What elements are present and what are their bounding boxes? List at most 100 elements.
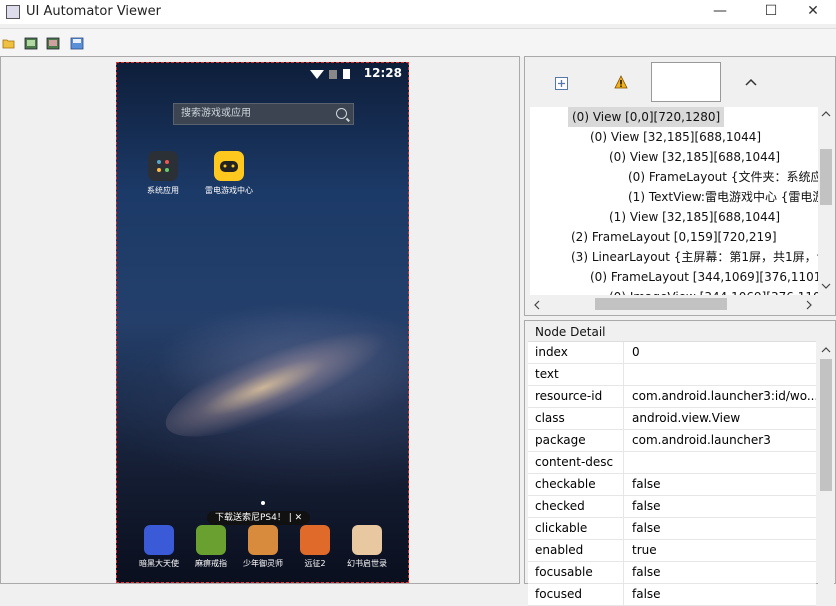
property-value: 0 [632,345,640,359]
warning-icon[interactable] [614,75,628,89]
table-row[interactable]: resource-id com.android.launcher3:id/wo..… [528,386,816,408]
app-icon [248,525,278,555]
table-row[interactable]: index 0 [528,342,816,364]
device-screenshot-compressed-icon[interactable] [46,37,60,50]
table-row[interactable]: content-desc [528,452,816,474]
property-key: checkable [528,474,624,495]
table-row[interactable]: package com.android.launcher3 [528,430,816,452]
property-key: content-desc [528,452,624,473]
dock-app-5[interactable]: 幻书启世录 [345,525,389,569]
search-node-input[interactable] [651,62,721,102]
app-label: 少年御灵师 [243,559,283,568]
save-icon[interactable] [70,37,84,50]
tree-horizontal-scrollbar[interactable] [530,295,816,313]
status-icons [310,68,356,83]
device-screenshot[interactable]: 12:28 搜索游戏或应用 系统应用 雷电游戏中心 下载送索尼PS4！ | ✕ … [116,62,409,583]
property-key: checked [528,496,624,517]
toolbar [0,28,836,57]
property-value: true [632,543,657,557]
hierarchy-pane: (0) View [0,0][720,1280] (0) View [32,18… [524,56,836,316]
home-app-game-center[interactable]: 雷电游戏中心 [199,151,259,196]
chevron-down-icon[interactable] [821,283,831,289]
open-folder-icon[interactable] [2,37,16,50]
table-row[interactable]: class android.view.View [528,408,816,430]
app-label: 暗黑大天使 [139,559,179,568]
table-row[interactable]: checked false [528,496,816,518]
search-icon [336,108,347,119]
app-label: 麻痹戒指 [195,559,227,568]
app-label: 远征2 [304,559,326,568]
chevron-right-icon[interactable] [806,300,812,310]
property-value: false [632,521,661,535]
app-icon [352,525,382,555]
property-value: false [632,587,661,601]
table-row[interactable]: text [528,364,816,386]
dock-app-2[interactable]: 麻痹戒指 [189,525,233,569]
node-detail-pane: Node Detail index 0 text resource-id com.a… [524,320,836,606]
property-key: index [528,342,624,363]
tree-row[interactable]: (2) FrameLayout [0,159][720,219] [571,227,777,247]
folder-icon [148,151,178,181]
window-title: UI Automator Viewer [26,4,162,19]
detail-vertical-scrollbar[interactable] [818,341,834,585]
hierarchy-tree[interactable]: (0) View [0,0][720,1280] (0) View [32,18… [530,107,832,295]
property-value: android.view.View [632,411,741,425]
property-key: focusable [528,562,624,583]
tree-row[interactable]: (3) LinearLayout {主屏幕：第1屏，共1屏，设置 [571,247,832,267]
property-key: package [528,430,624,451]
chevron-up-icon[interactable] [745,78,757,86]
table-row[interactable]: enabled true [528,540,816,562]
tree-row[interactable]: (0) View [32,185][688,1044] [590,127,761,147]
scroll-thumb[interactable] [820,359,832,491]
tree-row[interactable]: (0) FrameLayout [344,1069][376,1101] [590,267,826,287]
app-icon [6,5,20,19]
status-time: 12:28 [363,66,402,80]
expand-all-icon[interactable] [555,77,568,90]
maximize-button[interactable]: ☐ [748,0,794,24]
table-row[interactable]: focused false [528,584,816,606]
property-value: false [632,499,661,513]
property-key: text [528,364,624,385]
device-screenshot-icon[interactable] [24,37,38,50]
tree-row[interactable]: (0) ImageView [344,1069][376,1101] [609,287,832,295]
scroll-thumb[interactable] [820,149,832,205]
signal-battery-icon [310,69,350,79]
table-row[interactable]: focusable false [528,562,816,584]
hierarchy-toolbar [525,57,835,107]
tree-row[interactable]: (1) View [32,185][688,1044] [609,207,780,227]
property-key: class [528,408,624,429]
property-value [625,364,816,385]
tree-row[interactable]: (0) View [32,185][688,1044] [609,147,780,167]
home-app-system[interactable]: 系统应用 [133,151,193,196]
app-icon [300,525,330,555]
app-icon [144,525,174,555]
tree-row[interactable]: (0) FrameLayout {文件夹：系统应用 [628,167,832,187]
chevron-up-icon[interactable] [821,347,831,353]
minimize-button[interactable]: — [697,0,743,24]
search-bar[interactable]: 搜索游戏或应用 [173,103,354,125]
property-value: com.android.launcher3:id/wo... [632,389,816,403]
dock-app-1[interactable]: 暗黑大天使 [137,525,181,569]
tree-row[interactable]: (1) TextView:雷电游戏中心 {雷电游 [628,187,824,207]
chevron-up-icon[interactable] [821,111,831,117]
table-row[interactable]: clickable false [528,518,816,540]
search-placeholder: 搜索游戏或应用 [181,108,251,119]
property-value: false [632,565,661,579]
table-row[interactable]: checkable false [528,474,816,496]
property-value: false [632,477,661,491]
chevron-left-icon[interactable] [534,300,540,310]
page-indicator [261,501,265,505]
node-detail-title: Node Detail [535,325,606,339]
app-label: 雷电游戏中心 [205,186,253,195]
promo-toast[interactable]: 下载送索尼PS4！ | ✕ [207,511,311,525]
scroll-thumb[interactable] [595,298,727,310]
property-key: enabled [528,540,624,561]
tree-row[interactable]: (0) View [0,0][720,1280] [568,107,725,127]
dock-app-4[interactable]: 远征2 [293,525,337,569]
dock-app-3[interactable]: 少年御灵师 [241,525,285,569]
app-label: 幻书启世录 [347,559,387,568]
tree-vertical-scrollbar[interactable] [818,107,834,295]
property-key: clickable [528,518,624,539]
close-button[interactable]: ✕ [790,0,836,24]
gamepad-icon [214,151,244,181]
